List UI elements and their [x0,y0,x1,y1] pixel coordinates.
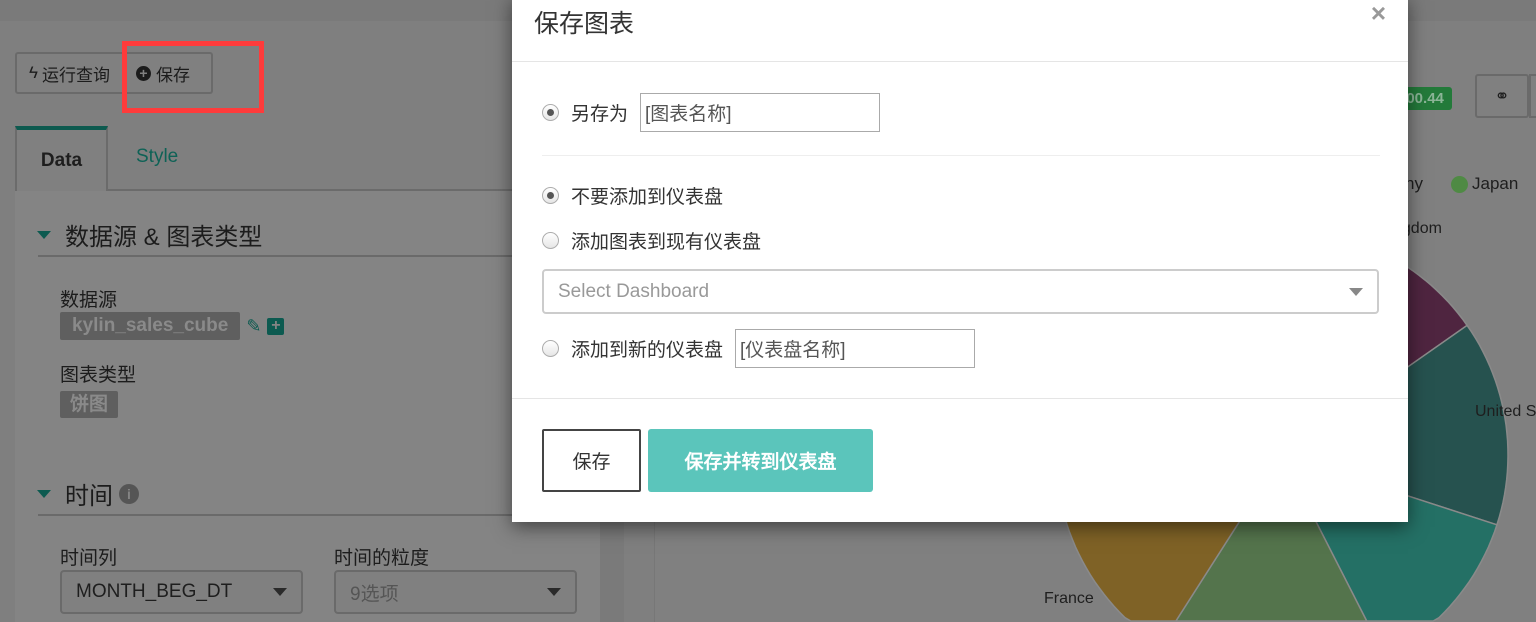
new-dashboard-row: 添加到新的仪表盘 [仪表盘名称] [542,329,976,368]
divider [542,155,1380,156]
save-as-radio[interactable] [542,104,559,121]
caret-down-icon [1349,287,1363,296]
existing-dashboard-radio[interactable] [542,232,559,249]
modal-save-button[interactable]: 保存 [542,429,641,492]
no-dashboard-label: 不要添加到仪表盘 [571,187,724,208]
slice-label: France [1044,590,1094,607]
divider [512,61,1408,62]
save-as-row: 另存为 [图表名称] [542,93,881,132]
chart-name-input[interactable]: [图表名称] [640,93,881,132]
slice-label: United S [1475,403,1536,420]
modal-title: 保存图表 [534,10,635,38]
new-dashboard-radio[interactable] [542,340,559,357]
close-icon[interactable]: × [1371,0,1386,29]
divider [512,398,1408,399]
new-dashboard-input[interactable]: [仪表盘名称] [735,329,976,368]
save-chart-modal: 保存图表 × 另存为 [图表名称] 不要添加到仪表盘 添加图表到现有仪表盘 Se… [512,0,1408,522]
select-dashboard-dropdown[interactable]: Select Dashboard [542,269,1379,314]
existing-dashboard-row: 添加图表到现有仪表盘 [542,227,761,254]
save-as-label: 另存为 [571,104,629,125]
save-and-goto-dashboard-button[interactable]: 保存并转到仪表盘 [648,429,873,492]
no-dashboard-radio[interactable] [542,187,559,204]
no-dashboard-row: 不要添加到仪表盘 [542,182,723,209]
existing-dashboard-label: 添加图表到现有仪表盘 [571,232,762,253]
new-dashboard-label: 添加到新的仪表盘 [571,340,724,361]
select-dashboard-placeholder: Select Dashboard [558,280,710,302]
